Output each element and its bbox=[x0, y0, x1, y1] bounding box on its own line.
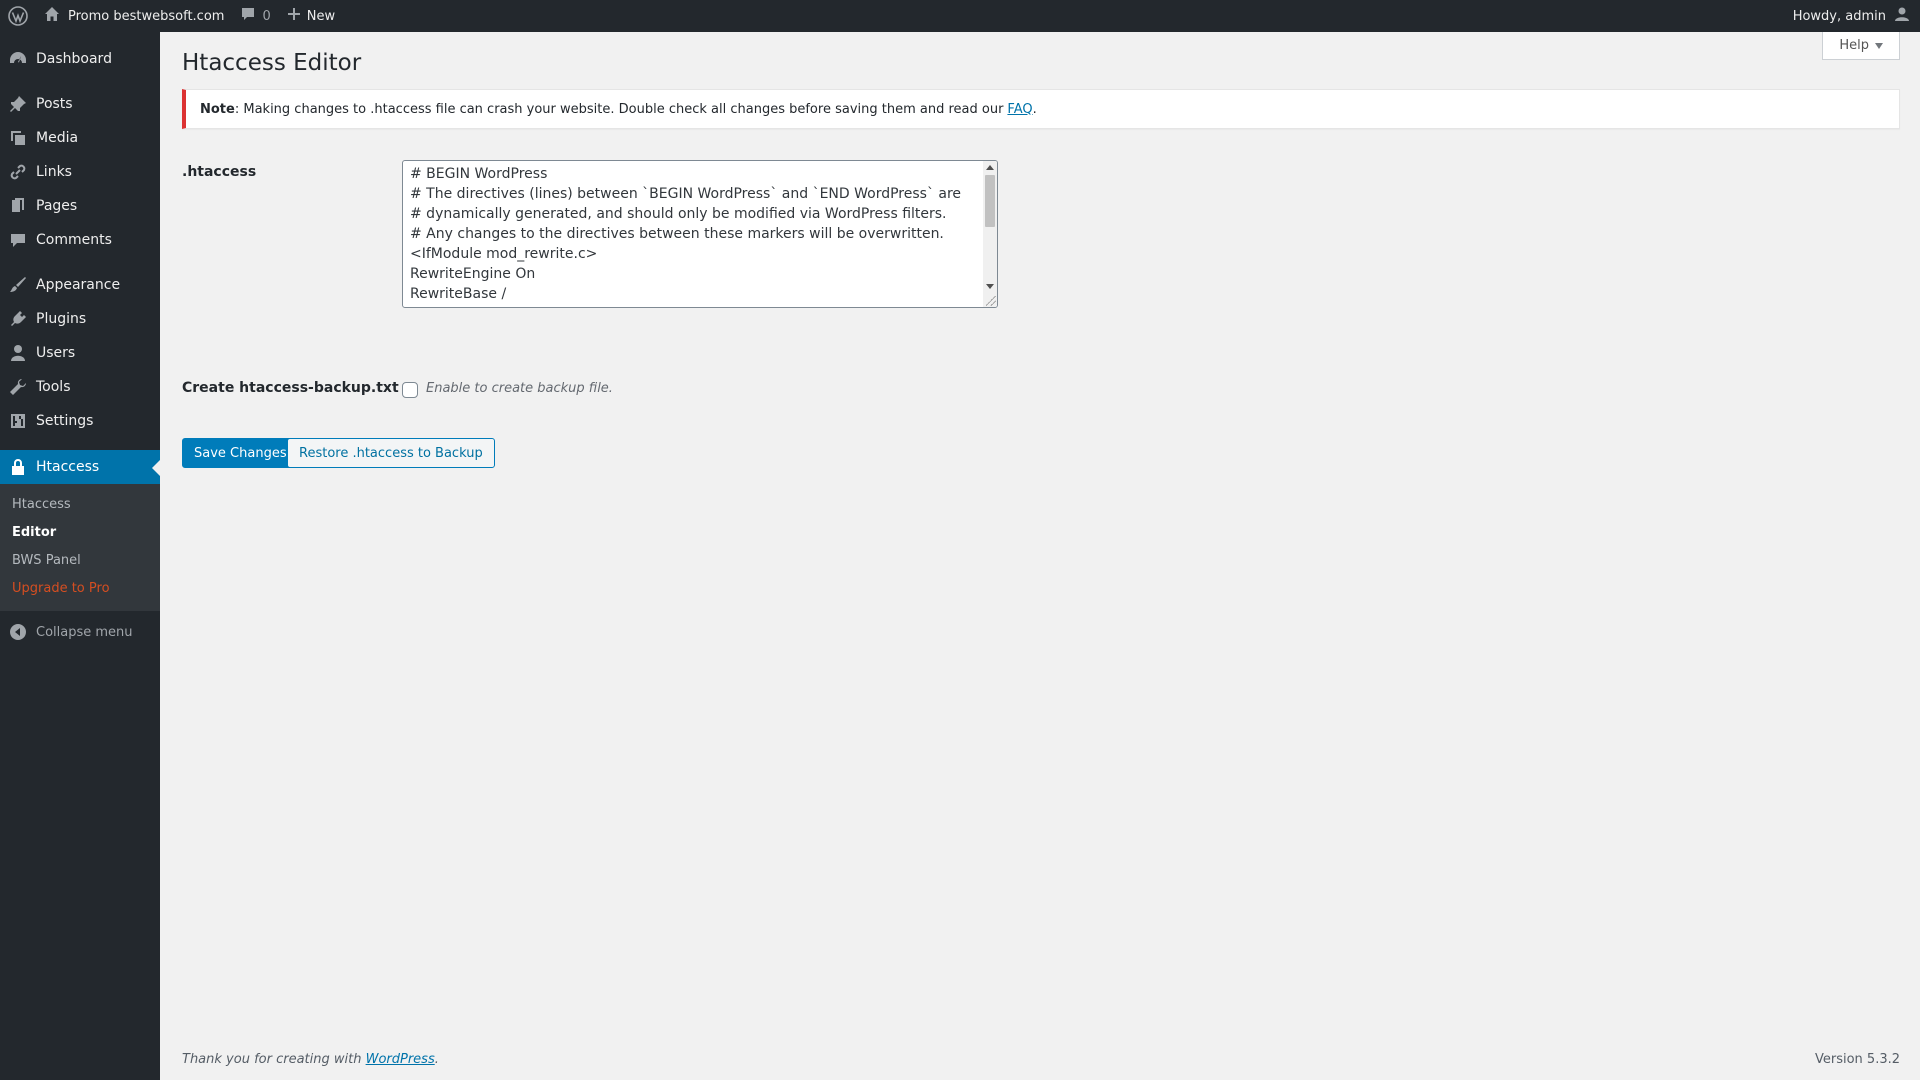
backup-checkbox[interactable] bbox=[402, 382, 418, 398]
media-icon bbox=[8, 128, 28, 148]
sidebar-item-posts[interactable]: Posts bbox=[0, 87, 160, 121]
sidebar-item-tools[interactable]: Tools bbox=[0, 370, 160, 404]
notice-text: : Making changes to .htaccess file can c… bbox=[234, 101, 1004, 117]
user-icon bbox=[8, 343, 28, 363]
comments-count: 0 bbox=[262, 8, 271, 24]
textarea-scrollbar[interactable] bbox=[983, 161, 997, 307]
backup-description: Enable to create backup file. bbox=[426, 381, 613, 396]
submenu-item-upgrade-to-pro[interactable]: Upgrade to Pro bbox=[0, 575, 160, 603]
sidebar-item-label: Settings bbox=[36, 413, 94, 429]
sidebar-item-label: Comments bbox=[36, 232, 112, 248]
sidebar-item-dashboard[interactable]: Dashboard bbox=[0, 42, 160, 76]
submenu-item-editor[interactable]: Editor bbox=[0, 519, 160, 547]
settings-icon bbox=[8, 411, 28, 431]
collapse-menu-button[interactable]: Collapse menu bbox=[0, 615, 160, 649]
collapse-menu-label: Collapse menu bbox=[36, 624, 133, 640]
new-content-link[interactable]: New bbox=[279, 0, 343, 32]
htaccess-content[interactable]: # BEGIN WordPress # The directives (line… bbox=[403, 161, 983, 307]
caret-down-icon bbox=[1875, 42, 1883, 49]
sidebar-item-plugins[interactable]: Plugins bbox=[0, 302, 160, 336]
notice-end: . bbox=[1032, 101, 1037, 117]
my-account-link[interactable]: Howdy, admin bbox=[1785, 0, 1920, 32]
menu-separator bbox=[0, 76, 160, 87]
sidebar-item-pages[interactable]: Pages bbox=[0, 189, 160, 223]
wrench-icon bbox=[8, 377, 28, 397]
footer-thanks-suffix: . bbox=[434, 1052, 439, 1067]
comments-link[interactable]: 0 bbox=[232, 0, 278, 32]
sidebar-item-label: Links bbox=[36, 164, 72, 180]
lock-icon bbox=[8, 457, 28, 477]
warning-notice: Note: Making changes to .htaccess file c… bbox=[182, 89, 1900, 129]
sidebar-item-label: Users bbox=[36, 345, 76, 361]
footer-thanks-prefix: Thank you for creating with bbox=[182, 1052, 362, 1067]
main-content: Help Htaccess Editor Note: Making change… bbox=[160, 32, 1920, 1080]
wordpress-logo-icon[interactable] bbox=[0, 0, 36, 32]
admin-sidebar: Dashboard Posts Media Links Pages Commen… bbox=[0, 32, 160, 1080]
sidebar-item-htaccess[interactable]: Htaccess bbox=[0, 450, 160, 484]
help-label: Help bbox=[1839, 38, 1869, 53]
save-changes-button[interactable]: Save Changes bbox=[182, 438, 299, 468]
plus-icon bbox=[287, 7, 301, 25]
sidebar-item-comments[interactable]: Comments bbox=[0, 223, 160, 257]
page-icon bbox=[8, 196, 28, 216]
footer-thanks: Thank you for creating with WordPress. bbox=[182, 1052, 439, 1067]
home-icon bbox=[44, 6, 60, 26]
help-tab-button[interactable]: Help bbox=[1822, 32, 1900, 60]
sidebar-item-label: Media bbox=[36, 130, 79, 146]
footer-version: Version 5.3.2 bbox=[1814, 1052, 1900, 1067]
sidebar-item-label: Tools bbox=[36, 379, 71, 395]
howdy-label: Howdy, admin bbox=[1792, 8, 1886, 24]
link-icon bbox=[8, 162, 28, 182]
site-name-link[interactable]: Promo bestwebsoft.com bbox=[36, 0, 232, 32]
comment-bubble-icon bbox=[240, 6, 256, 26]
sidebar-item-users[interactable]: Users bbox=[0, 336, 160, 370]
admin-menu: Dashboard Posts Media Links Pages Commen… bbox=[0, 32, 160, 649]
dashboard-icon bbox=[8, 49, 28, 69]
site-name-label: Promo bestwebsoft.com bbox=[68, 8, 225, 24]
scroll-down-arrow-icon[interactable] bbox=[986, 284, 994, 289]
user-avatar-icon bbox=[1894, 6, 1910, 26]
htaccess-label: .htaccess bbox=[182, 164, 257, 180]
sidebar-item-appearance[interactable]: Appearance bbox=[0, 268, 160, 302]
restore-backup-button[interactable]: Restore .htaccess to Backup bbox=[287, 438, 495, 468]
new-label: New bbox=[306, 8, 336, 24]
wordpress-link[interactable]: WordPress bbox=[366, 1052, 435, 1067]
htaccess-submenu: Htaccess Editor BWS Panel Upgrade to Pro bbox=[0, 484, 160, 611]
collapse-arrow-icon bbox=[10, 624, 26, 640]
admin-bar: Promo bestwebsoft.com 0 New Howdy, admin bbox=[0, 0, 1920, 32]
pushpin-icon bbox=[8, 94, 28, 114]
sidebar-item-label: Plugins bbox=[36, 311, 87, 327]
brush-icon bbox=[8, 275, 28, 295]
scrollbar-thumb[interactable] bbox=[985, 175, 995, 227]
sidebar-item-label: Appearance bbox=[36, 277, 121, 293]
sidebar-item-label: Dashboard bbox=[36, 51, 112, 67]
sidebar-item-label: Htaccess bbox=[36, 459, 100, 475]
sidebar-item-links[interactable]: Links bbox=[0, 155, 160, 189]
submenu-item-htaccess[interactable]: Htaccess bbox=[0, 491, 160, 519]
sidebar-item-media[interactable]: Media bbox=[0, 121, 160, 155]
faq-link[interactable]: FAQ bbox=[1007, 102, 1032, 117]
menu-separator bbox=[0, 257, 160, 268]
htaccess-textarea[interactable]: # BEGIN WordPress # The directives (line… bbox=[402, 160, 998, 308]
backup-label: Create htaccess-backup.txt bbox=[182, 380, 399, 396]
page-title: Htaccess Editor bbox=[182, 50, 362, 76]
sidebar-item-label: Posts bbox=[36, 96, 73, 112]
notice-strong: Note bbox=[200, 101, 235, 117]
comment-icon bbox=[8, 230, 28, 250]
scroll-up-arrow-icon[interactable] bbox=[986, 165, 994, 170]
plug-icon bbox=[8, 309, 28, 329]
submenu-item-bws-panel[interactable]: BWS Panel bbox=[0, 547, 160, 575]
sidebar-item-settings[interactable]: Settings bbox=[0, 404, 160, 438]
menu-separator bbox=[0, 438, 160, 449]
sidebar-item-label: Pages bbox=[36, 198, 78, 214]
resize-grip-icon[interactable] bbox=[986, 296, 996, 306]
